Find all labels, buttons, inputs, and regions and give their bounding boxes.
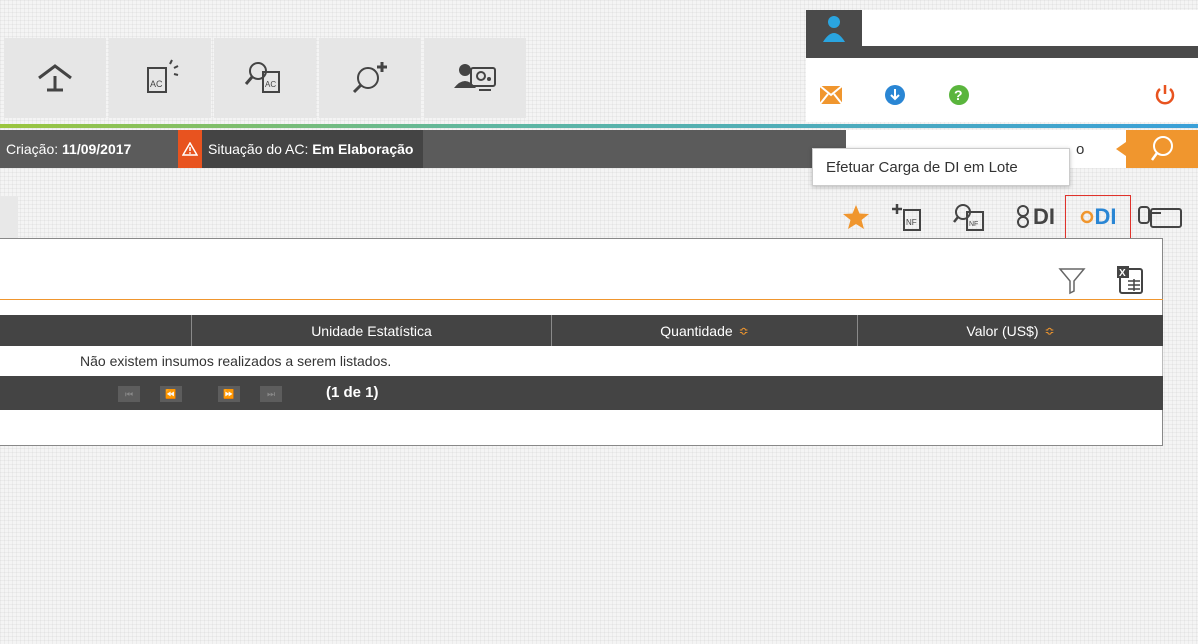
- next-page-button[interactable]: ⏩: [218, 386, 240, 402]
- header-unidade-label: Unidade Estatística: [311, 322, 432, 339]
- filter-icon: [1058, 268, 1086, 295]
- creation-label: Criação:: [6, 141, 59, 157]
- user-tools: ?: [806, 58, 1198, 122]
- folders-icon: [1138, 206, 1182, 228]
- header-quantidade[interactable]: Quantidade ≎: [551, 315, 857, 346]
- last-page-button[interactable]: ⏭: [260, 386, 282, 402]
- svg-text:NF: NF: [906, 218, 917, 227]
- ac-select-icon: AC: [147, 59, 179, 93]
- help-icon: ?: [949, 85, 969, 105]
- help-button[interactable]: ?: [948, 84, 970, 106]
- nav-home-button[interactable]: [4, 38, 106, 118]
- page-info: (1 de 1): [326, 384, 379, 401]
- status-bar: Criação: 11/09/2017 Situação do AC: Em E…: [0, 130, 846, 168]
- logout-button[interactable]: [1154, 84, 1176, 106]
- tooltip: Efetuar Carga de DI em Lote: [812, 148, 1070, 186]
- user-panel: ?: [806, 10, 1198, 122]
- last-page-icon: ⏭: [266, 388, 276, 399]
- warning-icon: [182, 142, 198, 156]
- di-batch-label: DI: [1094, 204, 1117, 229]
- di-batch-load-button[interactable]: DI: [1065, 195, 1131, 239]
- panel-divider: [0, 299, 1163, 300]
- first-page-button[interactable]: ⏮: [118, 386, 140, 402]
- table-row: Não existem insumos realizados a serem l…: [0, 346, 1163, 376]
- di-label: DI: [1033, 204, 1055, 229]
- di-batch-icon: [1080, 210, 1093, 224]
- documents-button[interactable]: [1134, 196, 1186, 238]
- svg-text:AC: AC: [150, 79, 163, 89]
- user-panel-strip: [806, 46, 1198, 58]
- next-page-icon: ⏩: [223, 388, 235, 399]
- paginator: ⏮ ⏪ ⏩ ⏭ (1 de 1): [0, 376, 1163, 410]
- ac-search-icon: AC: [244, 62, 280, 93]
- user-name-area: [806, 10, 1198, 46]
- download-icon: [885, 85, 905, 105]
- tooltip-text: Efetuar Carga de DI em Lote: [826, 158, 1018, 176]
- svg-text:NF: NF: [969, 221, 978, 228]
- mail-button[interactable]: [820, 84, 842, 106]
- prev-page-button[interactable]: ⏪: [160, 386, 182, 402]
- nav-user-settings-button[interactable]: [424, 38, 526, 118]
- favorite-button[interactable]: [840, 196, 872, 238]
- empty-message: Não existem insumos realizados a serem l…: [80, 353, 392, 369]
- home-upload-icon: [38, 64, 72, 92]
- search-text: o: [1076, 141, 1085, 158]
- breadcrumb: [0, 196, 18, 238]
- svg-text:X: X: [1119, 268, 1126, 279]
- search-di-icon: [1017, 205, 1029, 228]
- header-quantidade-label: Quantidade: [660, 322, 733, 339]
- header-valor-label: Valor (US$): [966, 322, 1039, 339]
- header-valor[interactable]: Valor (US$) ≎: [857, 315, 1163, 346]
- star-icon: [843, 205, 869, 229]
- search-nf-button[interactable]: NF: [950, 196, 990, 238]
- user-avatar[interactable]: [806, 10, 862, 46]
- situation-label: Situação do AC:: [208, 141, 309, 157]
- table-header: Unidade Estatística Quantidade ≎ Valor (…: [0, 315, 1163, 346]
- mail-icon: [820, 86, 842, 104]
- sort-icon: ≎: [1044, 323, 1055, 338]
- warning-badge: [178, 130, 202, 168]
- situation-text: Situação do AC: Em Elaboração: [208, 141, 413, 157]
- nav-ac-search-button[interactable]: AC: [214, 38, 316, 118]
- prev-page-icon: ⏪: [165, 388, 177, 399]
- situation-value: Em Elaboração: [312, 141, 414, 157]
- nav-ac-button[interactable]: AC: [109, 38, 211, 118]
- svg-text:?: ?: [954, 87, 963, 103]
- search-di-button[interactable]: DI: [1010, 196, 1060, 238]
- creation-date: 11/09/2017: [62, 141, 132, 157]
- search-icon: [1150, 136, 1173, 161]
- situation-info: Situação do AC: Em Elaboração: [202, 130, 424, 168]
- user-settings-icon: [454, 64, 496, 91]
- search-nf-icon: NF: [953, 204, 984, 231]
- search-add-icon: [352, 62, 387, 94]
- sort-icon: ≎: [738, 323, 749, 338]
- header-color-rule: [0, 124, 1198, 128]
- content-panel: X Unidade Estatística Quantidade ≎ Valor…: [0, 238, 1163, 446]
- nav-search-add-button[interactable]: [319, 38, 421, 118]
- user-icon: [823, 16, 845, 42]
- svg-text:AC: AC: [265, 80, 276, 89]
- add-nf-icon: NF: [892, 204, 921, 231]
- creation-info: Criação: 11/09/2017: [0, 141, 172, 157]
- header-unidade[interactable]: Unidade Estatística: [191, 315, 551, 346]
- first-page-icon: ⏮: [124, 388, 134, 399]
- export-excel-button[interactable]: X: [1114, 263, 1146, 295]
- power-icon: [1155, 85, 1175, 105]
- add-nf-button[interactable]: NF: [888, 196, 928, 238]
- filter-button[interactable]: [1056, 263, 1088, 295]
- excel-icon: X: [1117, 266, 1143, 294]
- download-button[interactable]: [884, 84, 906, 106]
- search-button[interactable]: [1116, 130, 1198, 168]
